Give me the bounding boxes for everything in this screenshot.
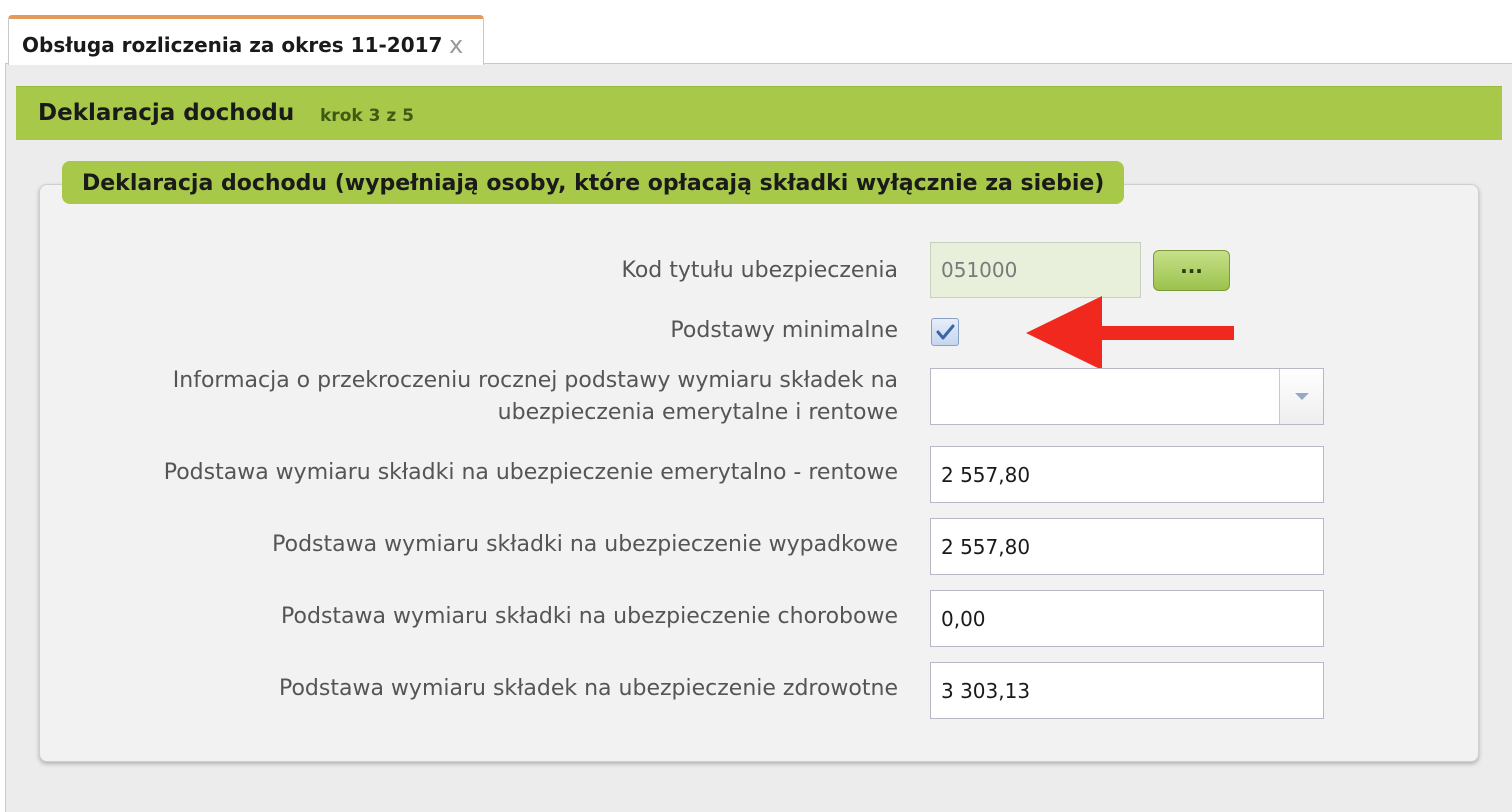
kod-value: 051000: [941, 258, 1018, 282]
kod-field: 051000: [930, 242, 1141, 298]
chorobowe-input[interactable]: 0,00: [930, 590, 1324, 647]
browse-button[interactable]: ...: [1153, 250, 1230, 291]
kod-label: Kod tytułu ubezpieczenia: [621, 258, 898, 283]
emerytalno-value: 2 557,80: [941, 462, 1031, 487]
checkmark-icon: [936, 324, 955, 340]
minimalne-checkbox[interactable]: [931, 318, 959, 346]
minimalne-label: Podstawy minimalne: [670, 318, 898, 343]
wypadkowe-input[interactable]: 2 557,80: [930, 518, 1324, 575]
panel-legend: Deklaracja dochodu (wypełniają osoby, kt…: [62, 161, 1125, 204]
info-select[interactable]: [930, 368, 1324, 425]
arrow-left-icon: [1026, 296, 1234, 370]
wypadkowe-label: Podstawa wymiaru składki na ubezpieczeni…: [272, 532, 898, 557]
zdrowotne-input[interactable]: 3 303,13: [930, 662, 1324, 719]
tab-strip: Obsługa rozliczenia za okres 11-2017 x: [0, 0, 1512, 65]
tab-settlement[interactable]: Obsługa rozliczenia za okres 11-2017 x: [8, 15, 484, 65]
section-header: Deklaracja dochodu krok 3 z 5: [16, 86, 1502, 140]
info-label-line2: ubezpieczenia emerytalne i rentowe: [497, 400, 898, 425]
emerytalno-input[interactable]: 2 557,80: [930, 446, 1324, 503]
chorobowe-value: 0,00: [941, 606, 986, 631]
info-label-line1: Informacja o przekroczeniu rocznej podst…: [172, 368, 898, 393]
wypadkowe-value: 2 557,80: [941, 534, 1031, 559]
chorobowe-label: Podstawa wymiaru składki na ubezpieczeni…: [281, 604, 898, 629]
step-indicator: krok 3 z 5: [320, 106, 414, 126]
zdrowotne-value: 3 303,13: [941, 678, 1031, 703]
zdrowotne-label: Podstawa wymiaru składek na ubezpieczeni…: [278, 676, 898, 701]
tab-title: Obsługa rozliczenia za okres 11-2017: [22, 33, 443, 57]
chevron-down-icon[interactable]: [1279, 369, 1323, 424]
close-icon[interactable]: x: [449, 31, 463, 59]
section-title: Deklaracja dochodu: [38, 100, 295, 126]
emerytalno-label: Podstawa wymiaru składki na ubezpieczeni…: [163, 460, 898, 485]
